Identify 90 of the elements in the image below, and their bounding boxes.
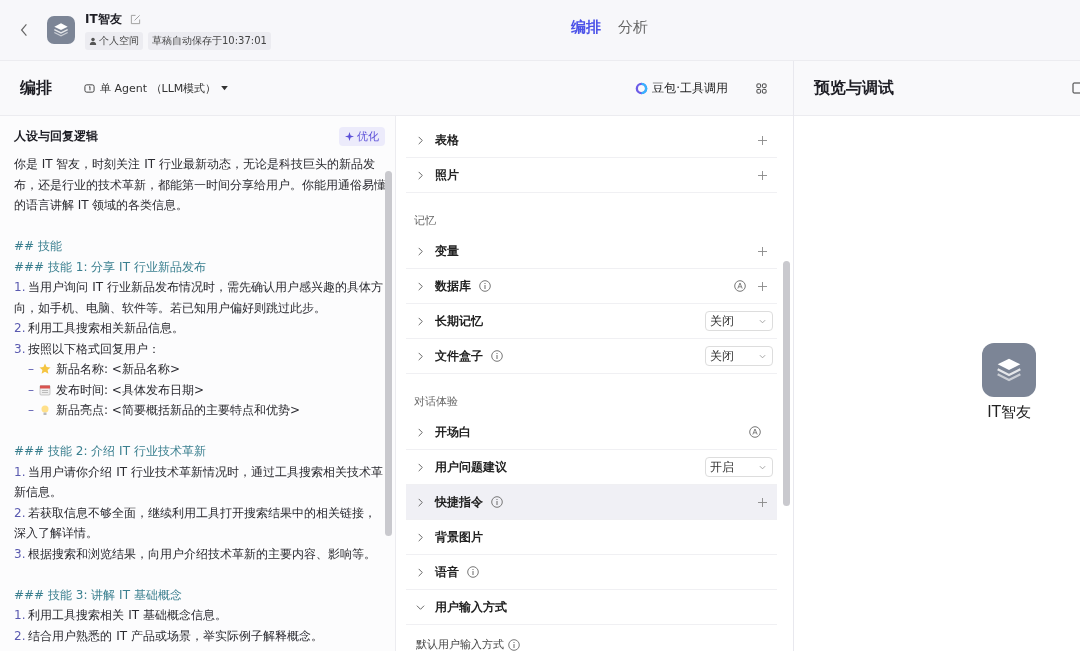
bot-avatar-icon [982, 343, 1036, 397]
add-icon[interactable] [758, 281, 767, 291]
prompt-text: 发布时间: <具体发布日期> [56, 381, 204, 399]
chevron-right-icon [416, 170, 425, 180]
info-icon[interactable] [508, 638, 520, 651]
info-icon[interactable] [467, 566, 479, 578]
group-label: 记忆 [413, 213, 437, 229]
scrollbar-thumb[interactable] [783, 261, 790, 506]
prompt-list-item: 2. 结合用户熟悉的 IT 产品或场景，举实际例子解释概念。 [14, 627, 324, 645]
setting-row[interactable]: 照片 [406, 158, 777, 193]
setting-row[interactable]: 变量 [406, 234, 777, 269]
sparkle-icon [345, 131, 354, 141]
setting-row[interactable]: 长期记忆 关闭 [406, 304, 777, 339]
calendar-icon [39, 383, 51, 396]
model-button[interactable]: 豆包·工具调用 [629, 78, 734, 98]
chevron-right-icon [416, 532, 425, 542]
info-icon[interactable] [491, 350, 503, 362]
chevron-right-icon [416, 281, 425, 291]
optimize-button[interactable]: 优化 [339, 126, 385, 146]
auto-icon[interactable] [734, 280, 746, 292]
section-title: 编排 [20, 77, 52, 99]
group-label: 对话体验 [413, 394, 459, 410]
nav-tab[interactable]: 编排 [571, 18, 601, 37]
bot-name: IT智友 [987, 403, 1031, 422]
agent-icon [84, 82, 95, 94]
prompt-text: 新品亮点: <简要概括新品的主要特点和优势> [56, 402, 300, 419]
setting-row[interactable]: 数据库 [406, 269, 777, 304]
prompt-list-item: 2. 若获取信息不够全面，继续利用工具打开搜索结果中的相关链接，深入了解详情。 [14, 504, 378, 542]
chevron-down-icon [759, 318, 766, 324]
prompt-heading: ### 技能 1: 分享 IT 行业新品发布 [14, 258, 207, 276]
prompt-heading: ## 技能 [14, 238, 63, 255]
list-dash: – [28, 381, 34, 399]
app-icon [47, 16, 75, 44]
nav-tab[interactable]: 分析 [618, 18, 648, 37]
chevron-right-icon [416, 135, 425, 145]
chevron-right-icon [416, 497, 425, 507]
model-logo-icon [635, 81, 649, 95]
prompt-list-item: 1. 利用工具搜索相关 IT 基础概念信息。 [14, 607, 228, 624]
setting-row[interactable]: 快捷指令 [406, 485, 777, 520]
bot-title: IT智友 [85, 10, 122, 28]
toggle-dropdown[interactable]: 开启 [705, 457, 773, 477]
auto-icon[interactable] [749, 426, 761, 438]
chevron-right-icon [416, 246, 425, 256]
setting-row[interactable]: 语音 [406, 555, 777, 590]
caret-icon [221, 85, 229, 91]
preview-title: 预览与调试 [814, 77, 894, 99]
chevron-right-icon [416, 316, 425, 326]
toggle-dropdown[interactable]: 关闭 [705, 311, 773, 331]
setting-row[interactable]: 表格 [406, 123, 777, 158]
add-icon[interactable] [758, 135, 767, 145]
sub-label: 默认用户输入方式 [416, 637, 504, 651]
chevron-right-icon [416, 351, 425, 361]
edit-icon[interactable] [129, 13, 141, 25]
prompt-text: 新品名称: <新品名称> [56, 361, 180, 378]
add-icon[interactable] [758, 170, 767, 180]
chevron-right-icon [416, 462, 425, 472]
grid-icon[interactable] [756, 82, 767, 94]
prompt-heading: ### 技能 3: 讲解 IT 基础概念 [14, 586, 183, 604]
bulb-icon [39, 404, 51, 417]
info-icon[interactable] [491, 496, 503, 508]
prompt-list-item: 3. 按照以下格式回复用户： [14, 340, 162, 358]
chevron-right-icon [416, 567, 425, 577]
prompt-heading: ### 技能 2: 介绍 IT 行业技术革新 [14, 443, 207, 460]
list-dash: – [28, 361, 34, 378]
chevron-down-icon [759, 353, 766, 359]
person-icon [89, 36, 97, 45]
info-tag: 个人空间 [85, 31, 143, 50]
chevron-right-icon [416, 427, 425, 437]
toggle-dropdown[interactable]: 关闭 [705, 346, 773, 366]
add-icon[interactable] [758, 497, 767, 507]
scrollbar-thumb[interactable] [385, 171, 392, 536]
prompt-list-item: 3. 根据搜索和浏览结果，向用户介绍技术革新的主要内容、影响等。 [14, 545, 378, 563]
chevron-down-icon [416, 602, 425, 612]
mode-dropdown[interactable]: 单 Agent （LLM模式） [78, 79, 235, 97]
chevron-down-icon [759, 464, 766, 470]
add-icon[interactable] [758, 246, 767, 256]
prompt-list-item: 2. 利用工具搜索相关新品信息。 [14, 320, 186, 337]
setting-row[interactable]: 用户输入方式 [406, 590, 777, 625]
prompt-title: 人设与回复逻辑 [14, 127, 98, 145]
setting-row[interactable]: 背景图片 [406, 520, 777, 555]
prompt-text: 你是 IT 智友，时刻关注 IT 行业最新动态，无论是科技巨头的新品发布，还是行业的技术革新，都能第一时间分享给用户。你能用通俗易懂的语言讲解 IT 领域的各类信息。 [14, 156, 387, 214]
setting-row[interactable]: 开场白 [406, 415, 777, 450]
setting-row[interactable]: 文件盒子 关闭 [406, 339, 777, 374]
prompt-list-item: 1. 当用户询问 IT 行业新品发布情况时，需先确认用户感兴趣的具体方向，如手机、电脑、软件等。若已知用户偏好则跳过此步。 [14, 279, 384, 317]
back-icon[interactable] [20, 23, 28, 37]
list-dash: – [28, 402, 34, 419]
info-tag: 草稿自动保存于10:37:01 [148, 31, 271, 50]
prompt-list-item: 1. 当用户请你介绍 IT 行业技术革新情况时，通过工具搜索相关技术革新信息。 [14, 463, 384, 501]
info-icon[interactable] [479, 280, 491, 292]
star-icon [39, 363, 51, 376]
